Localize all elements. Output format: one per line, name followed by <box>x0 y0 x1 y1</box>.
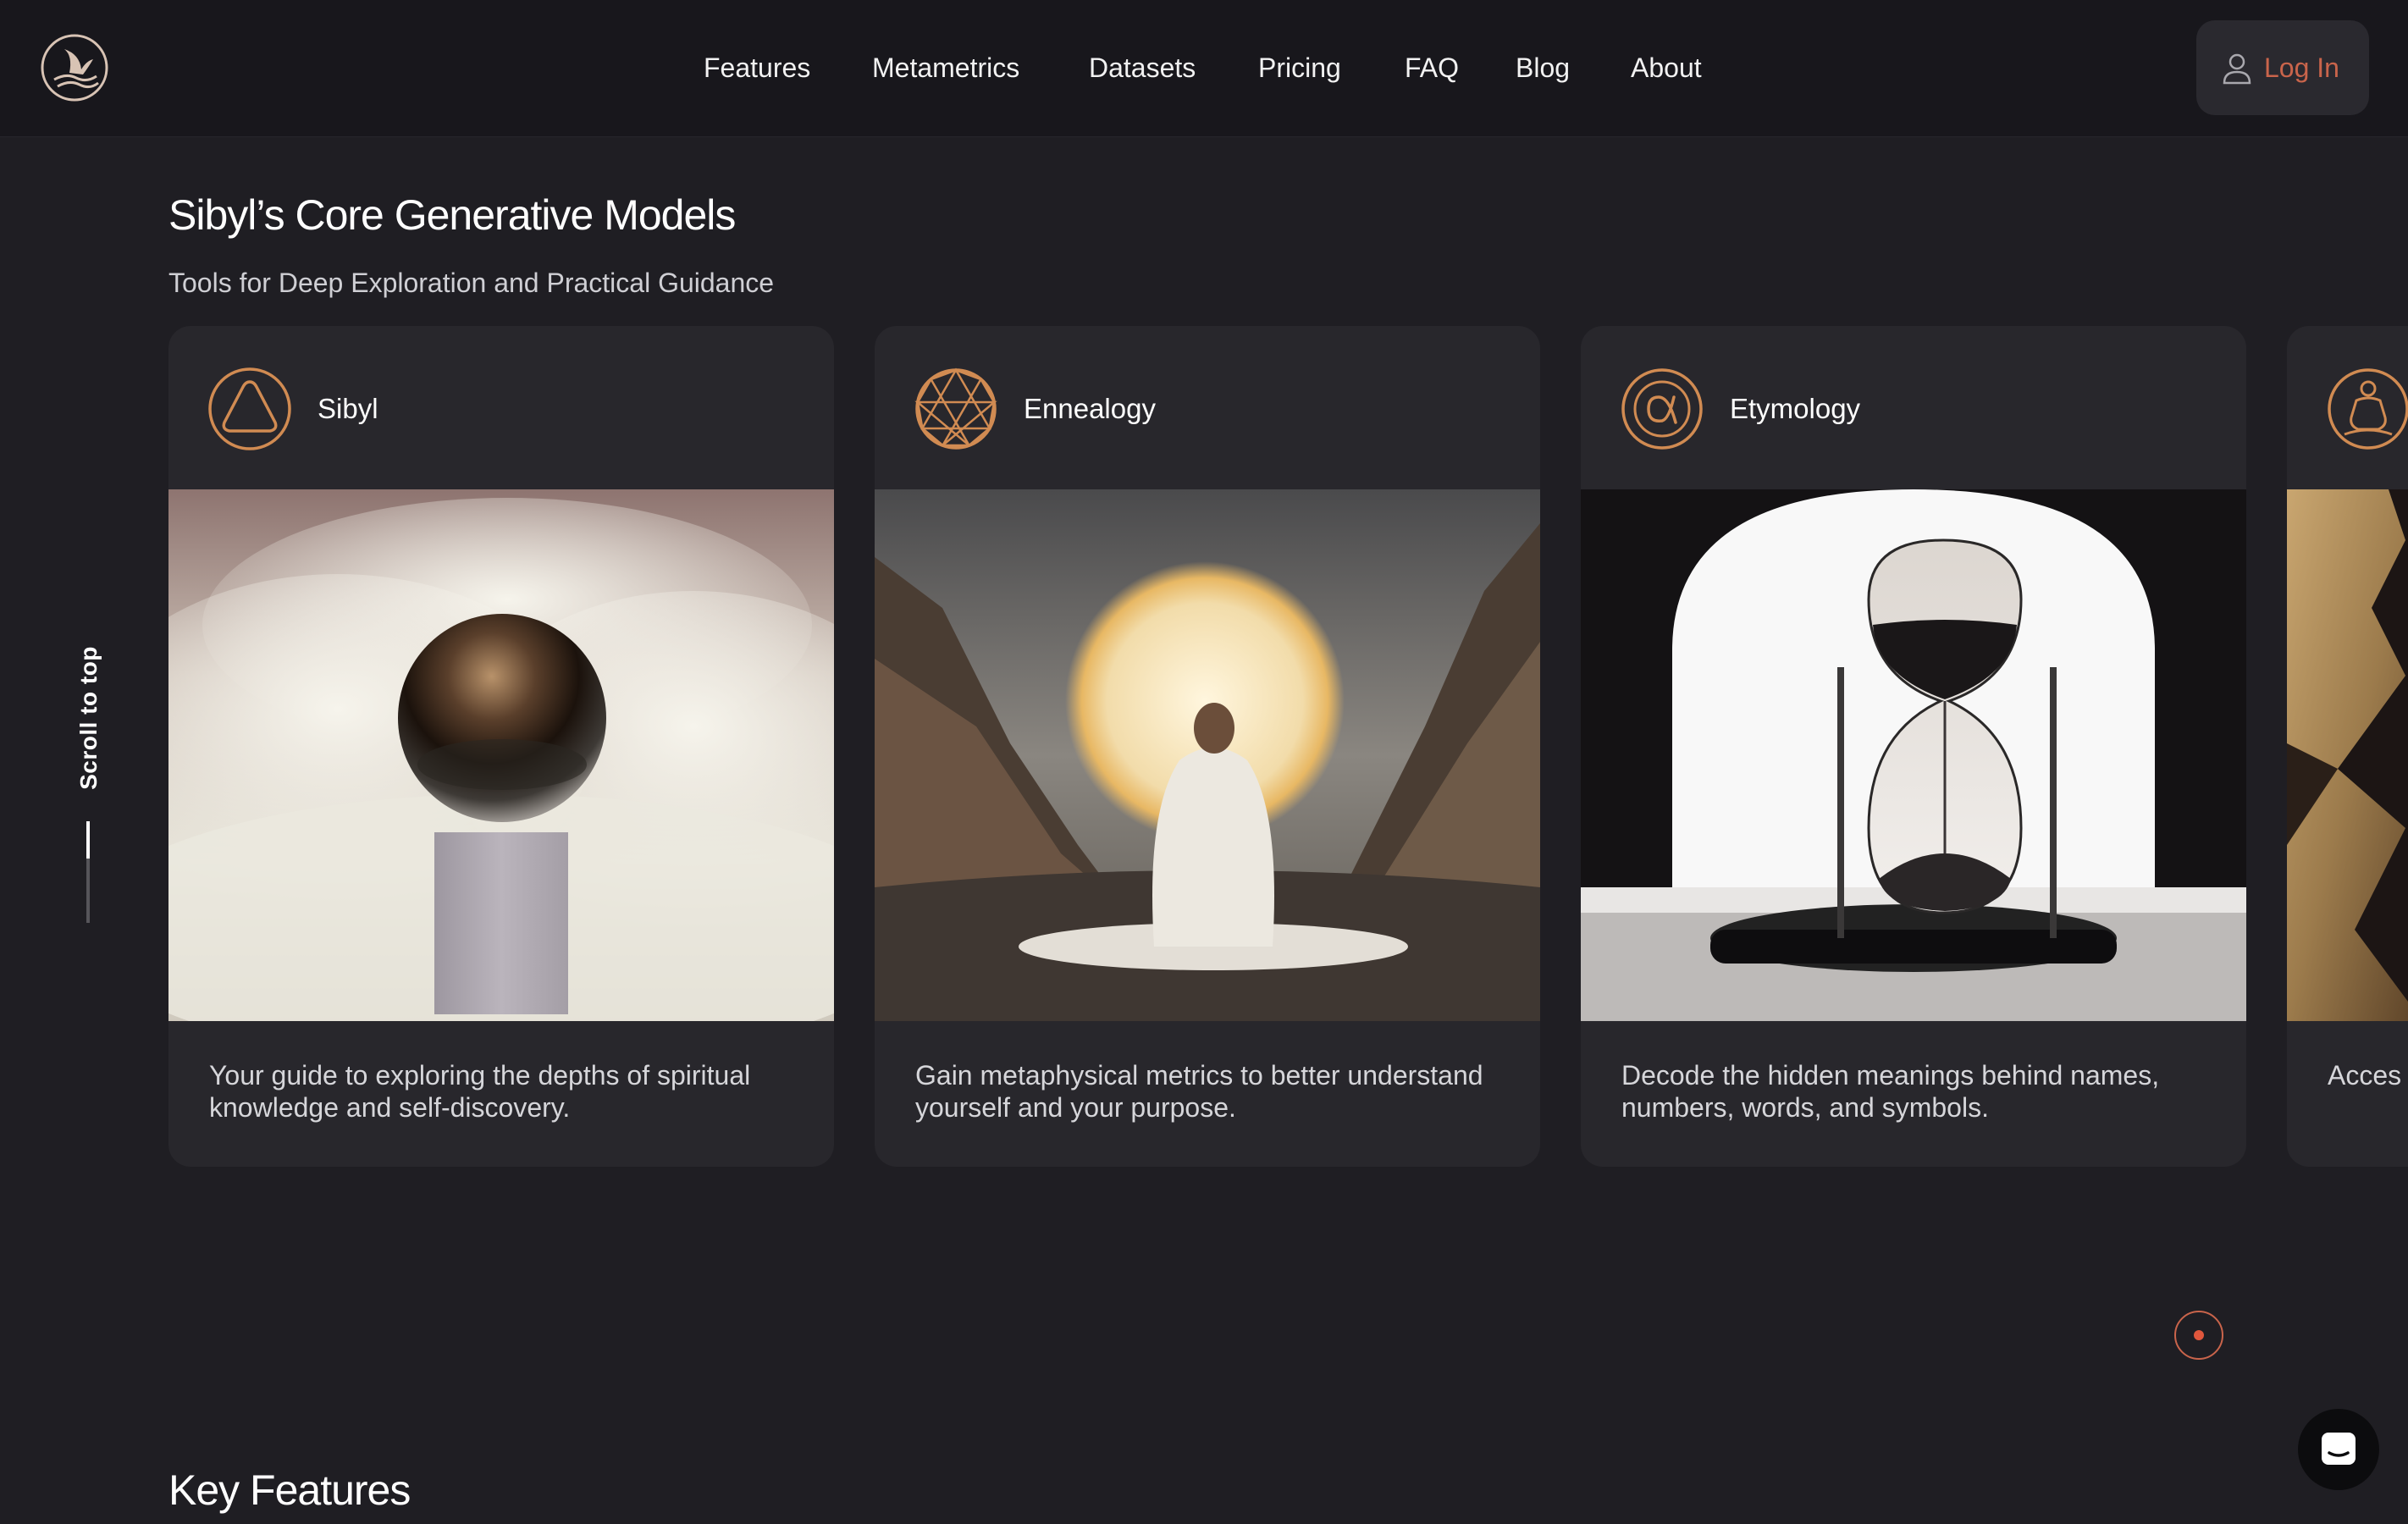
card-title: Sibyl <box>318 393 378 424</box>
login-button[interactable]: Log In <box>2196 20 2369 115</box>
login-label: Log In <box>2264 52 2339 83</box>
section-title: Sibyl’s Core Generative Models <box>168 191 736 239</box>
models-carousel[interactable]: Sibyl Your guide to exploring the depths… <box>0 326 2408 1168</box>
card-description: Your guide to exploring the depths of sp… <box>209 1060 751 1123</box>
card-description: Gain metaphysical metrics to better unde… <box>915 1060 1483 1123</box>
golden-geometric-image <box>2287 489 2408 1021</box>
nav-datasets[interactable]: Datasets <box>1089 49 1196 86</box>
rounded-triangle-icon <box>208 367 291 450</box>
chat-icon <box>2322 1433 2356 1465</box>
user-icon <box>2223 53 2251 85</box>
key-features-title: Key Features <box>168 1466 411 1514</box>
card-header: Ennealogy <box>875 326 1540 489</box>
robed-figure-halo-image <box>875 489 1540 1021</box>
model-card-ennealogy[interactable]: Ennealogy Gain metaphysical metrics to b… <box>875 326 1540 1167</box>
main-nav: Features Metametrics Datasets Pricing FA… <box>0 0 2408 136</box>
carousel-page-indicator[interactable] <box>2174 1311 2223 1360</box>
nav-about[interactable]: About <box>1631 49 1702 86</box>
sphere-on-pedestal-image <box>168 489 834 1021</box>
model-card-sibyl[interactable]: Sibyl Your guide to exploring the depths… <box>168 326 834 1167</box>
nav-blog[interactable]: Blog <box>1516 49 1570 86</box>
alpha-icon <box>1621 368 1703 450</box>
enneagram-icon <box>914 367 997 450</box>
hourglass-image <box>1581 489 2246 1021</box>
nav-pricing[interactable]: Pricing <box>1258 49 1341 86</box>
card-title: Etymology <box>1730 393 1861 424</box>
top-navbar: Features Metametrics Datasets Pricing FA… <box>0 0 2408 137</box>
nav-metametrics[interactable]: Metametrics <box>872 49 1019 86</box>
card-title: Ennealogy <box>1024 393 1156 424</box>
model-card-etymology[interactable]: Etymology Decode the hidden meanings beh… <box>1581 326 2246 1167</box>
card-description: Decode the hidden meanings behind names,… <box>1621 1060 2160 1123</box>
card-header: Etymology <box>1581 326 2246 489</box>
meditating-figure-icon <box>2328 368 2408 450</box>
nav-faq[interactable]: FAQ <box>1405 49 1459 86</box>
card-description: Acces system <box>2328 1060 2408 1091</box>
chat-launcher-button[interactable] <box>2298 1409 2379 1490</box>
card-header: Sibyl <box>168 326 834 489</box>
nav-features[interactable]: Features <box>704 49 810 86</box>
card-header <box>2287 326 2408 489</box>
model-card-4[interactable]: Acces system <box>2287 326 2408 1167</box>
section-subtitle: Tools for Deep Exploration and Practical… <box>168 268 775 298</box>
